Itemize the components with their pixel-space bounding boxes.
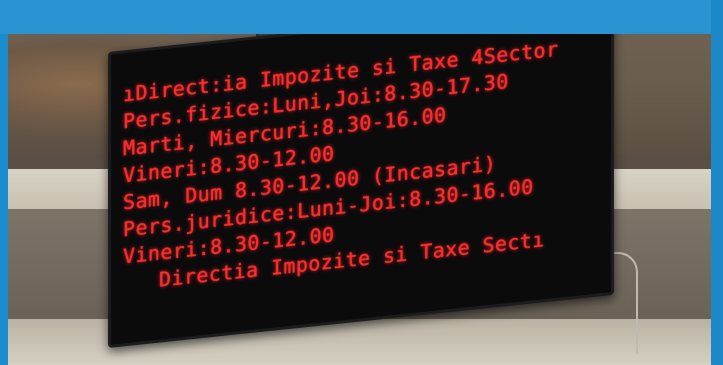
right-blue-border <box>711 0 723 365</box>
top-blue-border <box>0 0 723 34</box>
led-text-block: ıDirect:ia Impozite si Taxe 4Sector Pers… <box>123 36 558 298</box>
photo: ıDirect:ia Impozite si Taxe 4Sector Pers… <box>8 34 711 365</box>
led-sign: ıDirect:ia Impozite si Taxe 4Sector Pers… <box>108 34 614 348</box>
